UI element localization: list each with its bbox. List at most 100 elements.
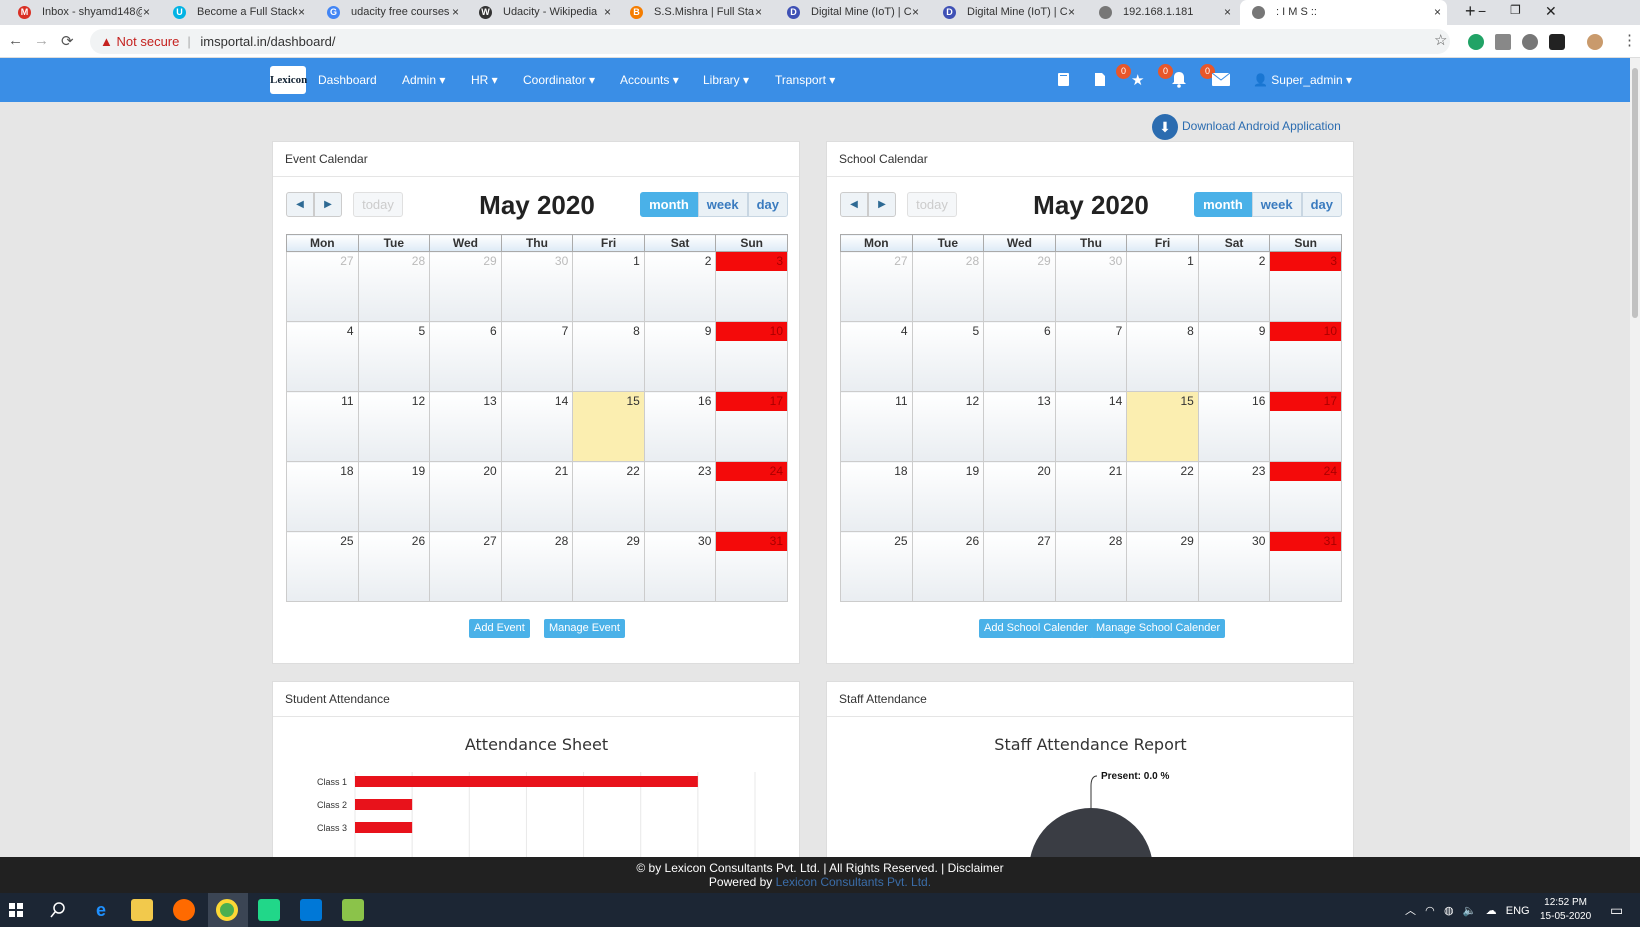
calendar-day-cell[interactable]: 24 bbox=[1269, 461, 1342, 532]
bookmark-star-icon[interactable]: ☆ bbox=[1434, 31, 1447, 49]
browser-tab[interactable]: W Udacity - Wikipedia × bbox=[467, 0, 617, 25]
nav-coordinator[interactable]: Coordinator ▾ bbox=[523, 73, 595, 87]
calendar-day-cell[interactable]: 29 bbox=[572, 531, 645, 602]
calendar-day-cell[interactable]: 1 bbox=[572, 251, 645, 322]
week-view-button[interactable]: week bbox=[697, 192, 748, 217]
calendar-day-cell[interactable]: 11 bbox=[286, 391, 359, 462]
calendar-day-cell[interactable]: 25 bbox=[286, 531, 359, 602]
tab-close-icon[interactable]: × bbox=[1068, 5, 1075, 19]
manage-event-button[interactable]: Manage Event bbox=[544, 619, 625, 638]
pycharm-icon[interactable] bbox=[258, 899, 280, 921]
calendar-day-cell[interactable]: 3 bbox=[1269, 251, 1342, 322]
browser-tab[interactable]: : I M S :: × bbox=[1240, 0, 1447, 25]
day-view-button[interactable]: day bbox=[747, 192, 788, 217]
chevron-up-icon[interactable]: ︿ bbox=[1405, 905, 1416, 917]
chrome-icon[interactable] bbox=[216, 899, 238, 921]
browser-tab[interactable]: D Digital Mine (IoT) | CSIR× bbox=[931, 0, 1081, 25]
calendar-day-cell[interactable]: 20 bbox=[429, 461, 502, 532]
reload-button[interactable]: ⟳ bbox=[61, 32, 74, 50]
calendar-day-cell[interactable]: 31 bbox=[1269, 531, 1342, 602]
tab-close-icon[interactable]: × bbox=[1224, 5, 1231, 19]
calendar-day-cell[interactable]: 28 bbox=[500, 531, 574, 602]
calendar-day-cell[interactable]: 27 bbox=[286, 251, 359, 322]
notifications-icon[interactable]: ▭ bbox=[1610, 902, 1623, 919]
calendar-day-cell[interactable]: 9 bbox=[643, 321, 717, 392]
calendar-day-cell[interactable]: 26 bbox=[911, 531, 985, 602]
calendar-day-cell[interactable]: 14 bbox=[500, 391, 574, 462]
calendar-day-cell[interactable]: 13 bbox=[429, 391, 502, 462]
lexicon-logo[interactable]: Lexicon bbox=[270, 66, 307, 94]
nav-hr[interactable]: HR ▾ bbox=[471, 73, 498, 87]
calendar-day-cell[interactable]: 3 bbox=[715, 251, 788, 322]
nav-transport[interactable]: Transport ▾ bbox=[775, 73, 835, 87]
bell-icon[interactable] bbox=[1171, 71, 1187, 88]
calendar-day-cell[interactable]: 23 bbox=[643, 461, 717, 532]
month-view-button[interactable]: month bbox=[1194, 192, 1252, 217]
minimize-button[interactable]: − bbox=[1478, 3, 1486, 19]
camera-extension-icon[interactable] bbox=[1495, 34, 1511, 50]
book-icon[interactable] bbox=[1057, 72, 1070, 87]
calendar-day-cell[interactable]: 28 bbox=[1054, 531, 1128, 602]
day-view-button[interactable]: day bbox=[1301, 192, 1342, 217]
profile-avatar[interactable] bbox=[1587, 34, 1603, 50]
calendar-day-cell[interactable]: 27 bbox=[983, 531, 1056, 602]
calendar-day-cell[interactable]: 25 bbox=[840, 531, 913, 602]
tab-close-icon[interactable]: × bbox=[143, 5, 150, 19]
calendar-day-cell[interactable]: 18 bbox=[840, 461, 913, 532]
tab-close-icon[interactable]: × bbox=[298, 5, 305, 19]
calendar-day-cell[interactable]: 30 bbox=[500, 251, 574, 322]
calendar-day-cell[interactable]: 7 bbox=[500, 321, 574, 392]
month-view-button[interactable]: month bbox=[640, 192, 698, 217]
calendar-day-cell[interactable]: 24 bbox=[715, 461, 788, 532]
calendar-day-cell[interactable]: 26 bbox=[357, 531, 431, 602]
wifi-icon[interactable]: ◠ bbox=[1425, 905, 1435, 917]
user-menu[interactable]: 👤 Super_admin ▾ bbox=[1253, 73, 1352, 87]
windows-start-icon[interactable] bbox=[9, 903, 23, 917]
forward-button[interactable]: → bbox=[34, 32, 49, 49]
restore-button[interactable]: ❐ bbox=[1510, 3, 1521, 17]
calendar-day-cell[interactable]: 29 bbox=[429, 251, 502, 322]
extension-icon[interactable] bbox=[1549, 34, 1565, 50]
browser-tab[interactable]: U Become a Full Stack We× bbox=[161, 0, 311, 25]
close-window-button[interactable]: ✕ bbox=[1545, 3, 1557, 20]
cloud-extension-icon[interactable] bbox=[1522, 34, 1538, 50]
calendar-day-cell[interactable]: 19 bbox=[911, 461, 985, 532]
volume-icon[interactable]: 🔈 bbox=[1463, 905, 1477, 917]
notepad-icon[interactable] bbox=[342, 899, 364, 921]
week-view-button[interactable]: week bbox=[1251, 192, 1302, 217]
add-school-calender-button[interactable]: Add School Calender bbox=[979, 619, 1093, 638]
calendar-day-cell[interactable]: 6 bbox=[983, 321, 1056, 392]
calendar-day-cell[interactable]: 28 bbox=[357, 251, 431, 322]
calendar-day-cell[interactable]: 14 bbox=[1054, 391, 1128, 462]
calendar-day-cell[interactable]: 12 bbox=[911, 391, 985, 462]
calendar-day-cell[interactable]: 28 bbox=[911, 251, 985, 322]
calendar-day-cell[interactable]: 15 bbox=[572, 391, 645, 462]
language-indicator[interactable]: ENG bbox=[1506, 905, 1530, 917]
network-icon[interactable]: ◍ bbox=[1444, 905, 1454, 917]
calendar-day-cell[interactable]: 19 bbox=[357, 461, 431, 532]
calendar-day-cell[interactable]: 11 bbox=[840, 391, 913, 462]
calendar-day-cell[interactable]: 29 bbox=[983, 251, 1056, 322]
calendar-day-cell[interactable]: 22 bbox=[1126, 461, 1199, 532]
calendar-day-cell[interactable]: 16 bbox=[643, 391, 717, 462]
url-bar[interactable]: ▲ Not secure | imsportal.in/dashboard/ bbox=[90, 29, 1450, 54]
nav-admin[interactable]: Admin ▾ bbox=[402, 73, 445, 87]
calendar-day-cell[interactable]: 21 bbox=[500, 461, 574, 532]
calendar-day-cell[interactable]: 5 bbox=[911, 321, 985, 392]
calendar-day-cell[interactable]: 30 bbox=[643, 531, 717, 602]
calendar-day-cell[interactable]: 30 bbox=[1197, 531, 1271, 602]
search-icon[interactable] bbox=[50, 902, 66, 918]
browser-tab[interactable]: B S.S.Mishra | Full Stack D× bbox=[618, 0, 768, 25]
calendar-day-cell[interactable]: 4 bbox=[286, 321, 359, 392]
document-icon[interactable] bbox=[1094, 72, 1106, 87]
calendar-day-cell[interactable]: 13 bbox=[983, 391, 1056, 462]
calendar-day-cell[interactable]: 20 bbox=[983, 461, 1056, 532]
manage-school-calender-button[interactable]: Manage School Calender bbox=[1091, 619, 1226, 638]
browser-tab[interactable]: Gudacity free courses - G× bbox=[315, 0, 465, 25]
calendar-day-cell[interactable]: 30 bbox=[1054, 251, 1128, 322]
calendar-day-cell[interactable]: 5 bbox=[357, 321, 431, 392]
calendar-day-cell[interactable]: 9 bbox=[1197, 321, 1271, 392]
add-event-button[interactable]: Add Event bbox=[469, 619, 530, 638]
calendar-day-cell[interactable]: 8 bbox=[1126, 321, 1199, 392]
calendar-day-cell[interactable]: 22 bbox=[572, 461, 645, 532]
